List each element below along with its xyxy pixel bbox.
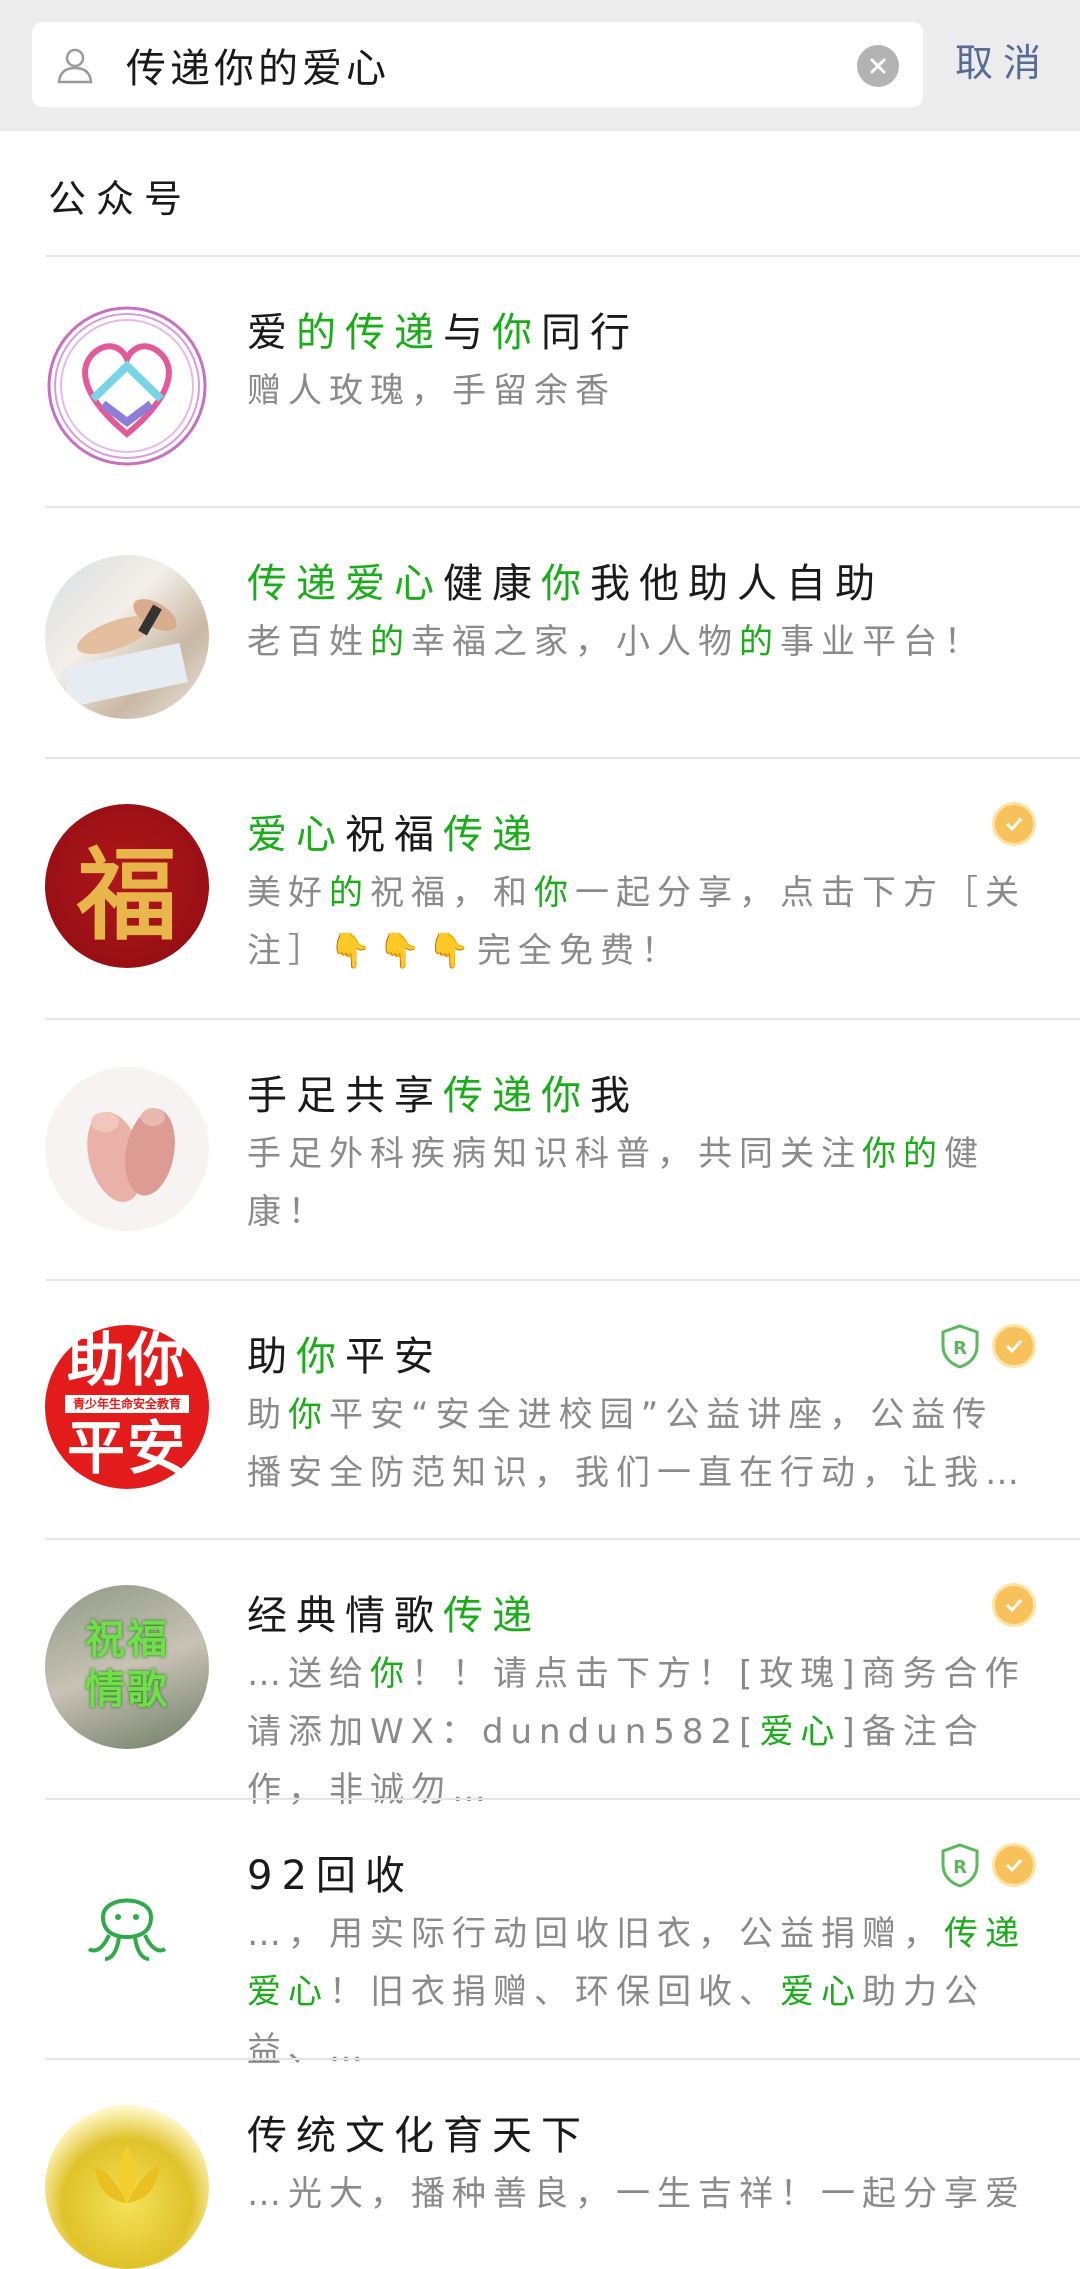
svg-text:R: R: [953, 1857, 967, 1878]
result-item[interactable]: 92回收 …，用实际行动回收旧衣，公益捐赠，传递爱心！旧衣捐赠、环保回收、爱心助…: [0, 1799, 1080, 2070]
result-name: 爱的传递与你同行: [247, 300, 639, 358]
highlight-text: 的: [739, 622, 780, 662]
svg-text:R: R: [953, 1338, 967, 1359]
result-name: 助你平安: [247, 1324, 443, 1382]
clear-icon[interactable]: [857, 45, 899, 87]
text-segment: 祝福: [345, 812, 443, 858]
love-songs-avatar: 祝福 情歌: [45, 1585, 209, 1749]
highlight-text: 传递: [443, 1593, 541, 1639]
fu-character-avatar: 福: [45, 804, 209, 968]
text-segment: 平安: [345, 1334, 443, 1380]
section-title: 公众号: [48, 177, 193, 221]
avatar-text-bottom: 平安: [66, 1414, 187, 1482]
text-segment: 幸福之家，小人物: [411, 622, 739, 662]
highlight-text: 你: [296, 1334, 345, 1380]
lotus-avatar: [45, 2105, 209, 2269]
result-description: 老百姓的幸福之家，小人物的事业平台！: [247, 613, 1027, 671]
text-segment: 事业平台！: [780, 622, 985, 662]
verified-icon: [992, 1324, 1036, 1368]
highlight-text: 传递爱心: [247, 561, 443, 607]
avatar-text-bottom: 情歌: [85, 1667, 169, 1713]
result-item[interactable]: 祝福 情歌 经典情歌传递 …送给你！！请点击下方！[玫瑰]商务合作请添加WX：d…: [0, 1539, 1080, 1810]
cancel-button[interactable]: 取消: [955, 35, 1051, 91]
highlight-text: 你: [534, 873, 575, 913]
highlight-text: 爱心: [759, 1712, 842, 1752]
result-description: 手足外科疾病知识科普，共同关注你的健康！: [247, 1125, 1027, 1241]
text-segment: 美好: [247, 873, 329, 913]
text-segment: 我他助人自助: [590, 561, 884, 607]
highlight-text: 传递: [443, 812, 541, 858]
verified-icon: [992, 1843, 1036, 1887]
verified-icon: [992, 802, 1036, 846]
text-segment: 爱: [247, 310, 296, 356]
text-segment: 同行: [541, 310, 639, 356]
result-description: …送给你！！请点击下方！[玫瑰]商务合作请添加WX：dundun582[爱心]备…: [247, 1645, 1027, 1819]
text-segment: 与: [443, 310, 492, 356]
text-segment: ！旧衣捐赠、环保回收、: [329, 1972, 780, 2012]
zhu-ni-ping-an-avatar: 助你 青少年生命安全教育 平安: [45, 1325, 209, 1489]
avatar-text-middle: 青少年生命安全教育: [65, 1395, 189, 1413]
highlight-text: 你: [541, 561, 590, 607]
highlight-text: 你: [370, 1654, 411, 1694]
hands-photo-avatar: [45, 555, 209, 719]
octopus-logo-avatar: [45, 1845, 209, 2009]
text-segment: 助: [247, 1395, 288, 1435]
highlight-text: 你: [288, 1395, 329, 1435]
result-name: 92回收: [247, 1843, 414, 1901]
highlight-text: 传递你: [443, 1073, 590, 1119]
trademark-shield-icon: R: [941, 1324, 979, 1368]
result-item[interactable]: 传统文化育天下 …光大，播种善良，一生吉祥！一起分享爱: [0, 2059, 1080, 2269]
result-description: 美好的祝福，和你一起分享，点击下方［关注］👇👇👇完全免费！: [247, 864, 1027, 980]
result-name: 经典情歌传递: [247, 1583, 541, 1641]
text-segment: 赠人玫瑰，手留余香: [247, 371, 616, 411]
text-segment: 传统文化育天下: [247, 2113, 590, 2159]
trademark-shield-icon: R: [941, 1843, 979, 1887]
result-name: 爱心祝福传递: [247, 802, 541, 860]
search-box[interactable]: [32, 22, 923, 107]
highlight-text: 你的: [862, 1134, 944, 1174]
result-description: 助你平安“安全进校园”公益讲座，公益传播安全防范知识，我们一直在行动，让我…: [247, 1386, 1027, 1502]
heart-logo-avatar: [45, 304, 209, 468]
text-segment: 平安“安全进校园”公益讲座，公益传播安全防范知识，我们一直在行动，让我…: [247, 1395, 1026, 1493]
text-segment: 健康: [443, 561, 541, 607]
search-bar: 取消: [0, 0, 1080, 131]
result-description: …光大，播种善良，一生吉祥！一起分享爱: [247, 2165, 1027, 2223]
highlight-text: 的传递: [296, 310, 443, 356]
result-description: …，用实际行动回收旧衣，公益捐赠，传递爱心！旧衣捐赠、环保回收、爱心助力公益、…: [247, 1905, 1027, 2079]
result-description: 赠人玫瑰，手留余香: [247, 362, 1027, 420]
result-item[interactable]: 助你 青少年生命安全教育 平安 助你平安 助你平安“安全进校园”公益讲座，公益传…: [0, 1280, 1080, 1538]
result-item[interactable]: 福 爱心祝福传递 美好的祝福，和你一起分享，点击下方［关注］👇👇👇完全免费！: [0, 758, 1080, 1018]
highlight-text: 爱心: [247, 812, 345, 858]
text-segment: 92回收: [247, 1853, 414, 1899]
text-segment: 手足外科疾病知识科普，共同关注: [247, 1134, 862, 1174]
highlight-text: 你: [492, 310, 541, 356]
result-name: 传递爱心健康你我他助人自助: [247, 551, 884, 609]
highlight-text: 的: [329, 873, 370, 913]
text-segment: 手足共享: [247, 1073, 443, 1119]
baby-feet-avatar: [45, 1067, 209, 1231]
search-input[interactable]: [124, 32, 868, 98]
user-icon: [57, 48, 93, 84]
text-segment: 我: [590, 1073, 639, 1119]
avatar-text-top: 助你: [66, 1326, 187, 1394]
text-segment: …送给: [247, 1654, 370, 1694]
text-segment: …，用实际行动回收旧衣，公益捐赠，: [247, 1914, 944, 1954]
avatar-text-top: 祝福: [85, 1617, 169, 1663]
text-segment: 经典情歌: [247, 1593, 443, 1639]
highlight-text: 爱心: [780, 1972, 862, 2012]
result-item[interactable]: 爱的传递与你同行 赠人玫瑰，手留余香: [0, 256, 1080, 506]
text-segment: 助: [247, 1334, 296, 1380]
result-item[interactable]: 传递爱心健康你我他助人自助 老百姓的幸福之家，小人物的事业平台！: [0, 507, 1080, 757]
highlight-text: 的: [370, 622, 411, 662]
verified-icon: [992, 1583, 1036, 1627]
result-item[interactable]: 手足共享传递你我 手足外科疾病知识科普，共同关注你的健康！: [0, 1019, 1080, 1279]
fu-character-text: 福: [77, 835, 177, 954]
text-segment: 祝福，和: [370, 873, 534, 913]
result-name: 传统文化育天下: [247, 2103, 590, 2161]
result-name: 手足共享传递你我: [247, 1063, 639, 1121]
text-segment: …光大，播种善良，一生吉祥！一起分享爱: [247, 2174, 1026, 2214]
text-segment: 老百姓: [247, 622, 370, 662]
